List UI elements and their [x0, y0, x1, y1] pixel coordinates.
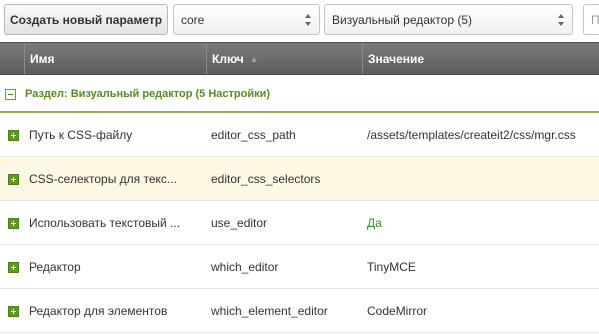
- column-header-key[interactable]: Ключ ▲: [206, 43, 362, 74]
- row-key: which_editor: [211, 260, 279, 274]
- row-name: Редактор для элементов: [29, 304, 168, 318]
- expander-column-header: [0, 43, 24, 74]
- table-row[interactable]: CSS-селекторы для текс... editor_css_sel…: [0, 157, 599, 201]
- row-value: Да: [367, 216, 382, 230]
- toolbar: Создать новый параметр core Визуальный р…: [0, 0, 599, 42]
- table-row[interactable]: Использовать текстовый ... use_editor Да: [0, 201, 599, 245]
- row-key: editor_css_selectors: [211, 172, 321, 186]
- column-header-name-label: Имя: [30, 51, 55, 66]
- row-name: Использовать текстовый ...: [29, 216, 181, 230]
- column-header-name[interactable]: Имя: [24, 43, 206, 74]
- sort-arrow-icon: ▲: [249, 53, 259, 64]
- table-row[interactable]: Редактор для элементов which_element_edi…: [0, 289, 599, 333]
- row-name: Путь к CSS-файлу: [29, 128, 133, 142]
- row-name: Редактор: [29, 260, 81, 274]
- expand-plus-icon[interactable]: [8, 218, 19, 229]
- expand-plus-icon[interactable]: [8, 174, 19, 185]
- collapse-minus-icon[interactable]: [5, 89, 16, 100]
- create-parameter-button[interactable]: Создать новый параметр: [4, 4, 168, 35]
- column-header-value-label: Значение: [368, 51, 425, 66]
- search-placeholder: П: [591, 12, 599, 27]
- namespace-select-value: core: [181, 12, 205, 27]
- table-row[interactable]: Путь к CSS-файлу editor_css_path /assets…: [0, 113, 599, 157]
- row-key: editor_css_path: [211, 128, 296, 142]
- row-key: which_element_editor: [211, 304, 328, 318]
- area-select[interactable]: Визуальный редактор (5): [324, 4, 573, 35]
- expand-plus-icon[interactable]: [8, 262, 19, 273]
- row-value: TinyMCE: [367, 260, 416, 274]
- row-value: /assets/templates/createit2/css/mgr.css: [367, 128, 576, 142]
- updown-arrows-icon: [557, 13, 565, 27]
- namespace-select[interactable]: core: [173, 4, 320, 35]
- expand-plus-icon[interactable]: [8, 130, 19, 141]
- expand-plus-icon[interactable]: [8, 306, 19, 317]
- search-input[interactable]: П: [583, 4, 599, 35]
- table-row[interactable]: Редактор which_editor TinyMCE: [0, 245, 599, 289]
- group-header-row[interactable]: Раздел: Визуальный редактор (5 Настройки…: [0, 75, 599, 113]
- row-value: [367, 157, 597, 201]
- row-key: use_editor: [211, 216, 268, 230]
- group-label: Раздел: Визуальный редактор (5 Настройки…: [25, 88, 271, 100]
- column-header-key-label: Ключ: [212, 51, 244, 66]
- row-value: CodeMirror: [367, 304, 428, 318]
- row-name: CSS-селекторы для текс...: [29, 172, 177, 186]
- column-header-value[interactable]: Значение: [362, 43, 599, 74]
- area-select-value: Визуальный редактор (5): [332, 12, 473, 27]
- updown-arrows-icon: [304, 13, 312, 27]
- grid-header: Имя Ключ ▲ Значение: [0, 42, 599, 75]
